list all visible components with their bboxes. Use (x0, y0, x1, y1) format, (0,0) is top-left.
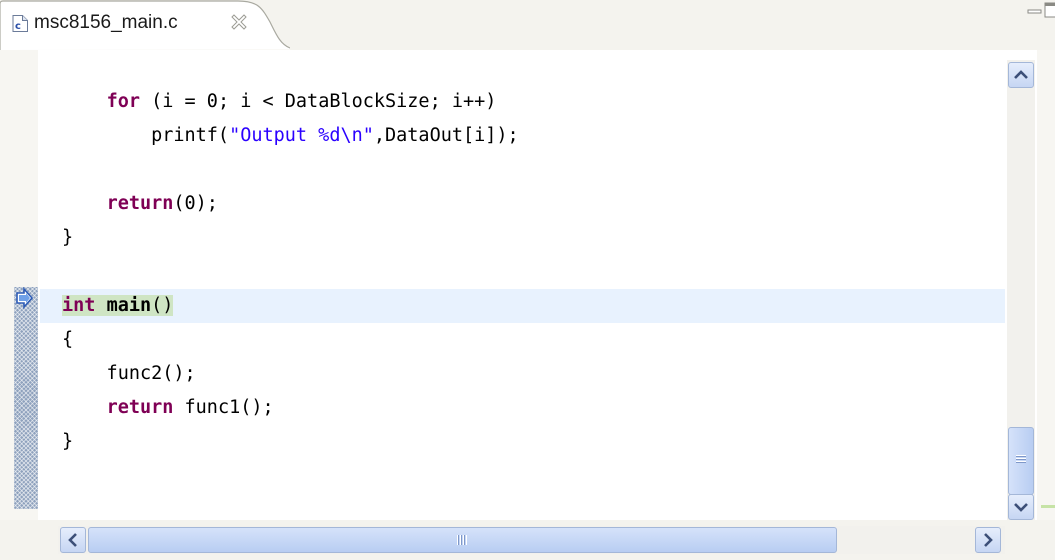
code-line-text: { (62, 329, 73, 350)
code-token: return (106, 397, 174, 418)
code-token: main (106, 295, 152, 316)
code-line-text: return func1(); (62, 397, 274, 418)
code-line[interactable]: { (40, 323, 1005, 357)
code-line-text: int main() (62, 295, 174, 316)
code-token: for (106, 91, 140, 112)
scroll-down-button[interactable] (1008, 494, 1034, 520)
c-source-file-icon: c (12, 15, 28, 32)
code-line[interactable] (40, 459, 1005, 493)
code-editor[interactable]: for (i = 0; i < DataBlockSize; i++) prin… (0, 50, 1055, 560)
code-line[interactable]: } (40, 425, 1005, 459)
vertical-scrollbar[interactable] (1007, 60, 1035, 520)
chevron-up-icon (1014, 70, 1028, 79)
code-line-text: } (62, 431, 73, 452)
svg-text:c: c (15, 21, 21, 32)
tab-msc8156-main-c[interactable]: c msc8156_main.c (0, 0, 290, 50)
horizontal-scroll-thumb[interactable] (88, 527, 837, 553)
code-text-area[interactable]: for (i = 0; i < DataBlockSize; i++) prin… (40, 50, 1005, 520)
code-token: (0); (173, 193, 218, 214)
minimize-icon[interactable] (1027, 4, 1043, 14)
grip-icon (457, 535, 467, 545)
maximize-icon[interactable] (1044, 2, 1055, 18)
code-token: func2(); (62, 363, 196, 384)
code-line[interactable]: printf("Output %d\n",DataOut[i]); (40, 119, 1005, 153)
scroll-right-button[interactable] (975, 527, 1001, 553)
code-line[interactable]: } (40, 221, 1005, 255)
chevron-down-icon (1014, 503, 1028, 512)
code-line-text: printf("Output %d\n",DataOut[i]); (62, 125, 519, 146)
code-line[interactable]: func2(); (40, 357, 1005, 391)
code-line-text: func2(); (62, 363, 196, 384)
code-line[interactable] (40, 153, 1005, 187)
close-icon[interactable] (231, 14, 247, 30)
code-line[interactable] (40, 51, 1005, 85)
code-line[interactable]: return(0); (40, 187, 1005, 221)
code-token: func1(); (173, 397, 274, 418)
code-line-text: return(0); (62, 193, 218, 214)
code-token: return (106, 193, 174, 214)
scroll-up-button[interactable] (1008, 62, 1034, 88)
code-token: { (62, 329, 74, 350)
code-token: } (62, 431, 74, 452)
code-token: "Output %d\n" (229, 125, 374, 146)
overview-ruler[interactable] (1037, 50, 1055, 520)
scrollbar-corner (1007, 526, 1035, 554)
chevron-right-icon (984, 533, 993, 547)
editor-tab-bar: c msc8156_main.c (0, 0, 1055, 50)
instruction-pointer-arrow-icon (14, 286, 36, 310)
code-token: ,DataOut[i]); (373, 125, 519, 146)
code-line-text: } (62, 227, 73, 248)
code-token (95, 295, 107, 316)
overview-ruler-marker[interactable] (1041, 505, 1055, 508)
code-line[interactable]: for (i = 0; i < DataBlockSize; i++) (40, 85, 1005, 119)
horizontal-scrollbar[interactable] (58, 526, 1005, 554)
grip-icon (1016, 455, 1026, 464)
code-token: int (62, 295, 96, 316)
code-line-current[interactable]: int main() (40, 289, 1005, 323)
scroll-left-button[interactable] (60, 527, 86, 553)
code-line[interactable] (40, 255, 1005, 289)
code-token: (i = 0; i < DataBlockSize; i++) (139, 91, 497, 112)
tab-filename: msc8156_main.c (34, 12, 178, 33)
code-line-text: for (i = 0; i < DataBlockSize; i++) (62, 91, 497, 112)
code-token: printf( (62, 125, 230, 146)
code-line[interactable]: return func1(); (40, 391, 1005, 425)
vertical-scroll-thumb[interactable] (1008, 427, 1034, 495)
code-token: () (151, 295, 174, 316)
chevron-left-icon (68, 533, 77, 547)
code-token: } (62, 227, 74, 248)
debug-range-marker (14, 287, 38, 509)
